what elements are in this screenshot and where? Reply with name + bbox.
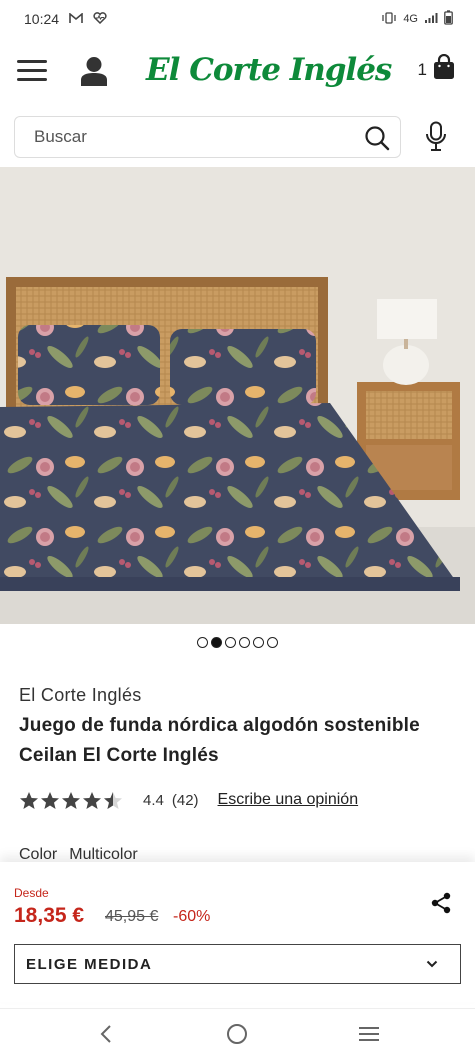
carousel-dots [0, 637, 475, 648]
home-circle-icon [227, 1024, 248, 1044]
share-icon[interactable] [431, 892, 451, 914]
battery-icon [444, 10, 453, 28]
app-header: El Corte Inglés 1 [0, 38, 475, 108]
buy-panel: Desde 18,35 € 45,95 € -60% ELIGE MEDIDA [0, 862, 475, 1002]
carousel-dot-active[interactable] [211, 637, 222, 648]
status-bar: 10:24 4G [0, 0, 475, 38]
product-image-carousel[interactable] [0, 167, 475, 624]
status-right: 4G [381, 10, 453, 28]
carousel-dot[interactable] [225, 637, 236, 648]
gmail-icon [69, 11, 83, 27]
search-input[interactable] [34, 127, 334, 147]
cart-button[interactable]: 1 [418, 54, 455, 80]
health-heart-icon [93, 11, 107, 27]
chevron-down-icon [426, 960, 438, 968]
price-from-label: Desde [14, 886, 49, 900]
network-type: 4G [403, 13, 418, 25]
account-button[interactable] [80, 56, 108, 86]
system-nav-bar [0, 1008, 475, 1059]
carousel-dot[interactable] [239, 637, 250, 648]
star-icon [83, 791, 101, 809]
rating-stars [19, 791, 123, 810]
back-chevron-icon [100, 1025, 111, 1043]
microphone-icon[interactable] [425, 121, 447, 153]
current-price: 18,35 € [14, 904, 85, 927]
original-price: 45,95 € [105, 908, 159, 925]
search-icon[interactable] [364, 125, 390, 151]
search-row [0, 110, 475, 166]
home-button[interactable] [217, 1014, 257, 1054]
carousel-dot[interactable] [267, 637, 278, 648]
status-left: 10:24 [24, 11, 107, 27]
vibrate-icon [381, 11, 397, 27]
menu-icon-line [17, 60, 47, 63]
carousel-dot[interactable] [253, 637, 264, 648]
write-review-link[interactable]: Escribe una opinión [218, 791, 359, 809]
menu-button[interactable] [17, 60, 47, 84]
brand-logo[interactable]: El Corte Inglés [146, 52, 392, 88]
rating-row: 4.4 (42) Escribe una opinión [19, 788, 358, 812]
star-icon [62, 791, 80, 809]
size-select-label: ELIGE MEDIDA [26, 955, 153, 973]
carousel-dot[interactable] [197, 637, 208, 648]
product-title: Juego de funda nórdica algodón sostenibl… [19, 715, 420, 766]
star-icon [20, 791, 38, 809]
shopping-bag-icon [434, 54, 454, 79]
menu-icon-line [17, 69, 47, 72]
user-icon [81, 57, 107, 86]
recent-apps-icon [359, 1027, 380, 1041]
search-box [14, 116, 401, 158]
rating-value: 4.4 [143, 791, 164, 809]
star-icon [41, 791, 59, 809]
back-button[interactable] [86, 1014, 126, 1054]
product-brand[interactable]: El Corte Inglés [19, 685, 142, 706]
recent-apps-button[interactable] [349, 1014, 389, 1054]
menu-icon-line [17, 78, 47, 81]
discount-badge: -60% [173, 908, 211, 925]
rating-count[interactable]: (42) [172, 792, 199, 809]
product-photo [0, 167, 475, 624]
signal-icon [424, 12, 438, 27]
half-star-icon [104, 791, 122, 809]
status-time: 10:24 [24, 11, 60, 27]
size-select[interactable]: ELIGE MEDIDA [14, 944, 461, 984]
cart-count: 1 [417, 60, 427, 79]
